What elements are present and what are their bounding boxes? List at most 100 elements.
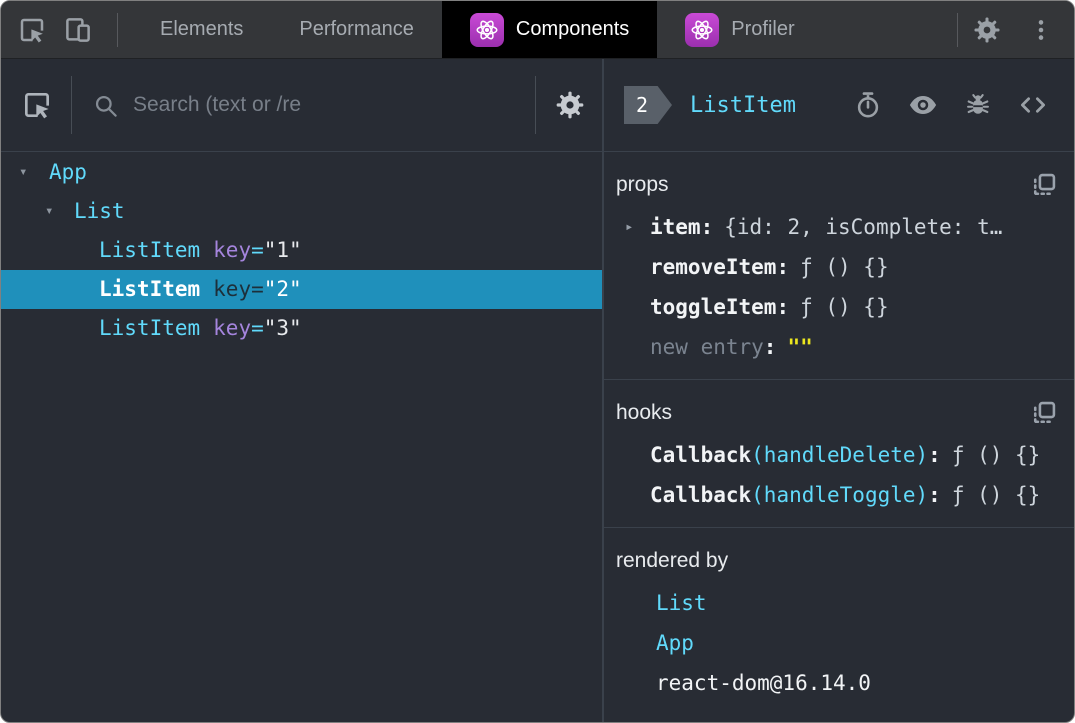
hook-value: ƒ () {} xyxy=(951,443,1041,467)
props-section-label: props xyxy=(616,173,669,196)
search-input[interactable] xyxy=(133,93,535,117)
new-entry-key[interactable]: new entry xyxy=(650,335,764,359)
expand-arrow-icon[interactable]: ▾ xyxy=(19,153,27,192)
selected-component-title: ListItem xyxy=(690,92,796,118)
toolbar-divider xyxy=(957,12,958,47)
inspect-element-button[interactable] xyxy=(17,15,47,45)
hook-type: Callback xyxy=(650,443,752,467)
inspect-dom-button[interactable] xyxy=(908,90,938,120)
hook-name: (handleToggle) xyxy=(751,483,929,507)
colon: : xyxy=(928,443,941,467)
component-tree: ▾ App ▾ List ListItem key="1" ListItem key… xyxy=(1,152,602,722)
owner-link[interactable]: App xyxy=(656,631,694,655)
devtools-window: Elements Performance Components Profiler xyxy=(0,0,1075,723)
stopwatch-icon xyxy=(854,91,882,119)
rendered-by-section: rendered by List App react-dom@16.14.0 xyxy=(604,528,1074,722)
prop-key: removeItem xyxy=(650,255,777,279)
component-name: List xyxy=(74,199,125,223)
tab-label: Components xyxy=(515,18,630,40)
inspect-cursor-icon xyxy=(17,15,47,45)
prop-value: ƒ () {} xyxy=(800,295,889,319)
inspector-header: 2 ListItem xyxy=(604,59,1074,152)
more-options-button[interactable] xyxy=(1028,17,1054,43)
component-name: ListItem xyxy=(99,316,201,340)
devtools-toolbar: Elements Performance Components Profiler xyxy=(1,1,1074,59)
toolbar-divider xyxy=(117,12,118,47)
equals-sign: = xyxy=(251,316,264,340)
tree-row-listitem-1[interactable]: ListItem key="1" xyxy=(1,231,602,270)
prop-row-item[interactable]: ▸ item: {id: 2, isComplete: t… xyxy=(604,207,1074,247)
key-attr-value: "2" xyxy=(263,277,302,301)
expand-arrow-icon[interactable]: ▾ xyxy=(45,192,53,231)
prop-value: {id: 2, isComplete: t… xyxy=(724,215,1003,239)
prop-row-toggleitem[interactable]: toggleItem: ƒ () {} xyxy=(604,287,1074,327)
tree-row-listitem-3[interactable]: ListItem key="3" xyxy=(1,309,602,348)
device-toolbar-button[interactable] xyxy=(63,15,93,45)
component-tree-pane: ▾ App ▾ List ListItemkey="1" ListItemkey… xyxy=(1,59,604,722)
props-section: props ▸ item: {id: 2, isComplete: t… remov… xyxy=(604,152,1074,380)
inspector-pane: 2 ListItem props ▸ item: {id: 2, isCompl… xyxy=(604,59,1074,722)
copy-hooks-button[interactable] xyxy=(1030,399,1058,427)
suspense-toggle-button[interactable] xyxy=(854,91,882,119)
log-to-console-button[interactable] xyxy=(964,91,992,119)
copy-icon xyxy=(1030,171,1058,199)
prop-row-new-entry[interactable]: new entry: "" xyxy=(604,327,1074,367)
key-attr-value: "1" xyxy=(263,238,302,262)
tree-row-listitem-2-selected[interactable]: ListItem key="2" xyxy=(1,270,602,309)
hook-row-handletoggle[interactable]: Callback(handleToggle): ƒ () {} xyxy=(604,475,1074,515)
tree-toolbar xyxy=(1,59,602,152)
settings-button[interactable] xyxy=(972,15,1002,45)
tab-performance[interactable]: Performance xyxy=(271,1,442,58)
tab-components[interactable]: Components xyxy=(441,1,658,58)
hooks-section: hooks Callback(handleDelete): ƒ () {} Cal… xyxy=(604,380,1074,528)
key-attr-name: key xyxy=(213,316,252,340)
kebab-menu-icon xyxy=(1028,17,1054,43)
prop-row-removeitem[interactable]: removeItem: ƒ () {} xyxy=(604,247,1074,287)
hook-row-handledelete[interactable]: Callback(handleDelete): ƒ () {} xyxy=(604,435,1074,475)
colon: : xyxy=(700,215,714,239)
copy-props-button[interactable] xyxy=(1030,171,1058,199)
toolbar-divider xyxy=(71,76,72,134)
expand-arrow-icon[interactable]: ▸ xyxy=(625,207,633,247)
owner-row-app[interactable]: App xyxy=(604,623,1074,663)
react-logo-icon xyxy=(685,12,720,47)
eye-icon xyxy=(908,90,938,120)
tab-label: Elements xyxy=(160,18,244,40)
prop-key: toggleItem xyxy=(650,295,777,319)
hooks-section-label: hooks xyxy=(616,401,673,424)
tree-row-list[interactable]: ▾ List xyxy=(1,192,602,231)
colon: : xyxy=(763,335,777,359)
components-panel: ▾ App ▾ List ListItemkey="1" ListItemkey… xyxy=(1,59,1074,722)
toolbar-left-icons xyxy=(1,1,103,58)
search-icon xyxy=(92,92,119,119)
toolbar-right-icons xyxy=(972,1,1074,58)
equals-sign: = xyxy=(251,277,264,301)
colon: : xyxy=(776,295,790,319)
new-entry-value-input[interactable]: "" xyxy=(787,335,812,359)
gear-icon xyxy=(972,15,1002,45)
key-attr-name: key xyxy=(213,277,252,301)
tab-profiler[interactable]: Profiler xyxy=(657,1,822,58)
tree-settings-button[interactable] xyxy=(554,89,586,121)
inspector-actions xyxy=(854,90,1048,120)
hook-name: (handleDelete) xyxy=(751,443,929,467)
owner-row-react-dom: react-dom@16.14.0 xyxy=(604,663,1074,703)
rendered-by-label: rendered by xyxy=(616,549,729,572)
inspect-cursor-icon xyxy=(21,89,53,121)
colon: : xyxy=(776,255,790,279)
tree-row-app[interactable]: ▾ App xyxy=(1,153,602,192)
owner-row-list[interactable]: List xyxy=(604,583,1074,623)
device-toolbar-icon xyxy=(63,15,93,45)
hook-type: Callback xyxy=(650,483,752,507)
toolbar-divider xyxy=(535,76,536,134)
view-source-button[interactable] xyxy=(1018,90,1048,120)
prop-value: ƒ () {} xyxy=(800,255,889,279)
component-name: ListItem xyxy=(99,277,201,301)
owner-link[interactable]: List xyxy=(656,591,707,615)
key-attr-name: key xyxy=(213,238,252,262)
equals-sign: = xyxy=(251,238,264,262)
tab-elements[interactable]: Elements xyxy=(132,1,271,58)
component-name: ListItem xyxy=(99,238,201,262)
prop-key: item xyxy=(650,215,701,239)
select-component-button[interactable] xyxy=(21,89,53,121)
